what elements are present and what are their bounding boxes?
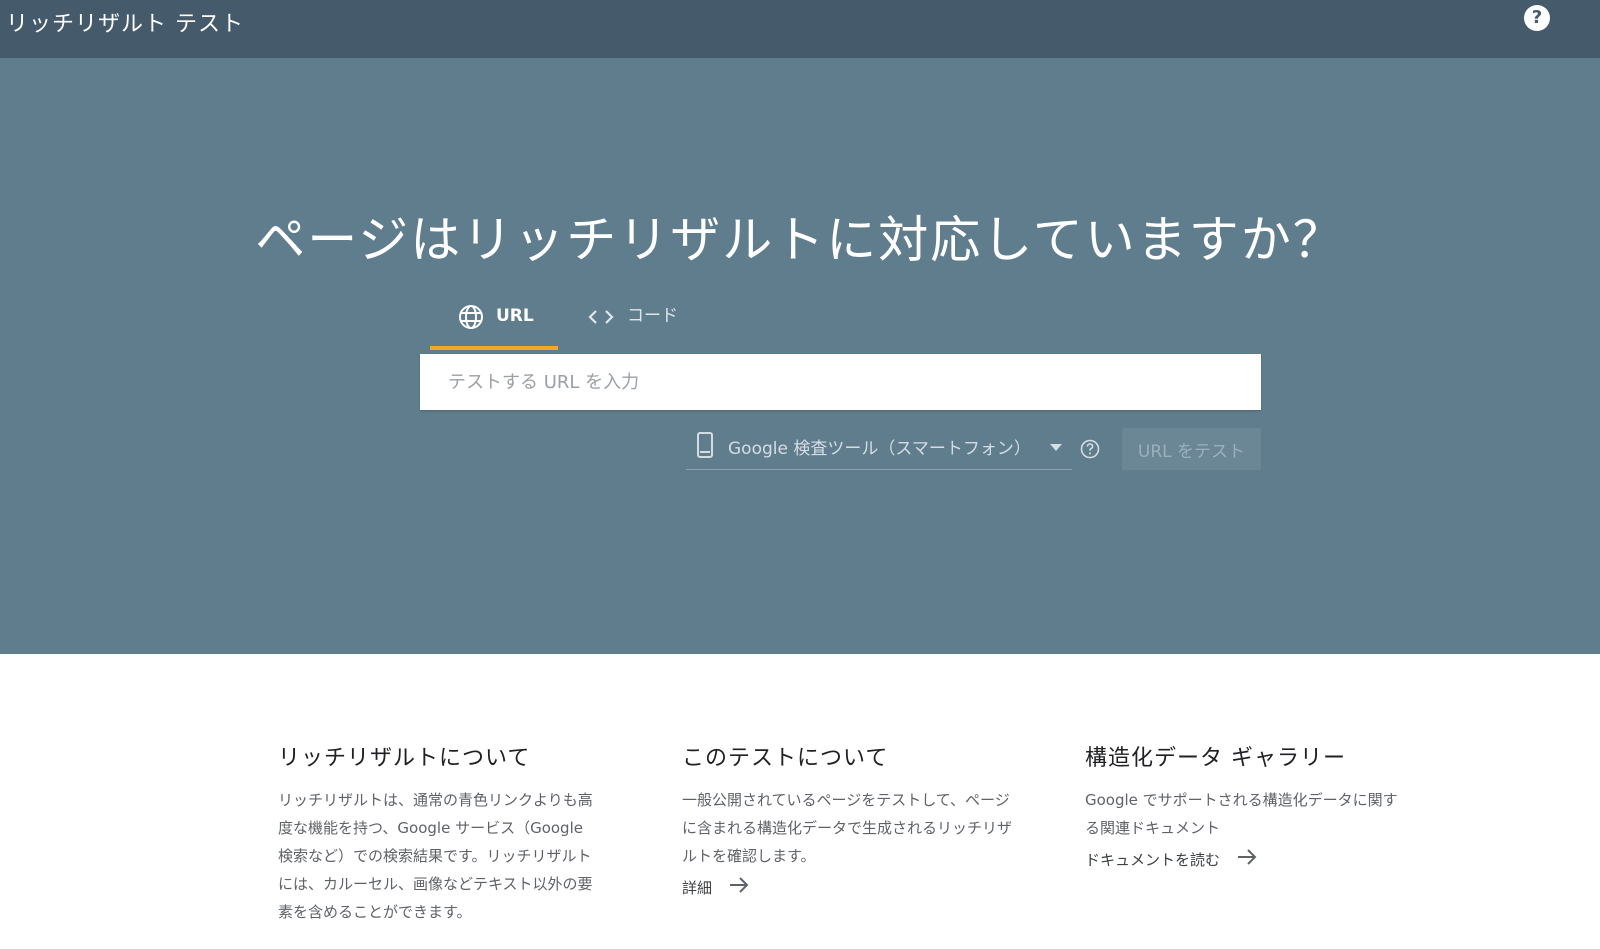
info-title: 構造化データ ギャラリー xyxy=(1085,746,1346,771)
details-link[interactable]: 詳細 xyxy=(682,876,1012,898)
info-rich-results: リッチリザルトについて リッチリザルトは、通常の青色リンクよりも高度な機能を持つ… xyxy=(278,740,596,926)
url-input[interactable] xyxy=(420,354,1261,410)
selected-tab-indicator xyxy=(430,346,558,350)
info-title: リッチリザルトについて xyxy=(278,746,531,771)
top-app-bar: リッチリザルト テスト ? xyxy=(0,0,1600,58)
tab-url[interactable]: URL xyxy=(430,304,558,346)
arrow-right-icon xyxy=(1236,848,1258,870)
hero-section: ページはリッチリザルトに対応していますか？ URL コード テストする URL … xyxy=(0,58,1600,654)
question-circle-icon[interactable] xyxy=(1080,439,1100,463)
crawler-select[interactable]: Google 検査ツール（スマートフォン） xyxy=(686,426,1072,470)
info-text: Google でサポートされる構造化データに関する関連ドキュメント xyxy=(1085,791,1398,837)
info-title: このテストについて xyxy=(682,746,889,771)
details-link-label: 詳細 xyxy=(682,878,713,897)
crawler-select-value: Google 検査ツール（スマートフォン） xyxy=(728,439,1031,459)
app-title: リッチリザルト テスト xyxy=(6,12,244,37)
read-docs-link[interactable]: ドキュメントを読む xyxy=(1085,848,1411,870)
read-docs-link-label: ドキュメントを読む xyxy=(1085,850,1221,869)
help-icon[interactable]: ? xyxy=(1524,5,1550,31)
test-url-button[interactable]: URL をテスト xyxy=(1122,428,1261,470)
tab-code-label: コード xyxy=(627,306,678,326)
tab-url-label: URL xyxy=(496,306,534,326)
arrow-right-icon xyxy=(728,876,750,898)
info-text: 一般公開されているページをテストして、ページに含まれる構造化データで生成されるリ… xyxy=(682,791,1013,865)
page-headline: ページはリッチリザルトに対応していますか？ xyxy=(255,211,1345,269)
chevron-down-icon xyxy=(1050,444,1062,451)
info-text: リッチリザルトは、通常の青色リンクよりも高度な機能を持つ、Google サービス… xyxy=(278,791,593,921)
tab-code[interactable]: コード xyxy=(585,304,705,346)
smartphone-icon xyxy=(696,432,714,463)
globe-icon xyxy=(458,304,484,330)
code-icon xyxy=(587,304,615,330)
info-structured-data-gallery: 構造化データ ギャラリー Google でサポートされる構造化データに関する関連… xyxy=(1085,740,1411,870)
info-about-test: このテストについて 一般公開されているページをテストして、ページに含まれる構造化… xyxy=(682,740,1012,898)
